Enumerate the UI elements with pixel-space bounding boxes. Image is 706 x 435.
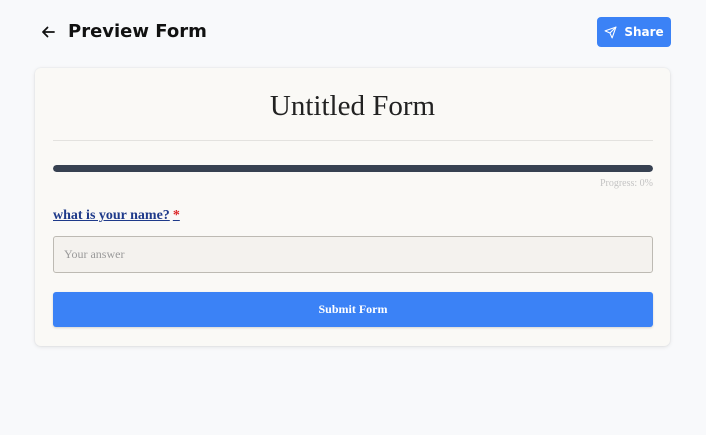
send-icon xyxy=(604,26,617,38)
question-text: what is your name? xyxy=(53,208,170,223)
back-button[interactable] xyxy=(38,22,58,42)
progress-fill xyxy=(53,165,653,172)
required-asterisk: * xyxy=(172,208,180,223)
page-title: Preview Form xyxy=(68,21,207,42)
share-label: Share xyxy=(624,25,664,39)
header: Preview Form Share xyxy=(0,0,706,64)
title-divider xyxy=(53,140,653,141)
question-label[interactable]: what is your name? * xyxy=(53,208,180,224)
share-button[interactable]: Share xyxy=(597,17,671,47)
submit-button[interactable]: Submit Form xyxy=(53,292,653,327)
arrow-left-icon xyxy=(42,26,55,38)
form-card: Untitled Form Progress: 0% what is your … xyxy=(35,68,670,346)
answer-input[interactable] xyxy=(53,236,653,273)
progress-bar xyxy=(53,165,653,172)
form-title: Untitled Form xyxy=(269,90,436,122)
progress-label: Progress: 0% xyxy=(599,178,653,189)
